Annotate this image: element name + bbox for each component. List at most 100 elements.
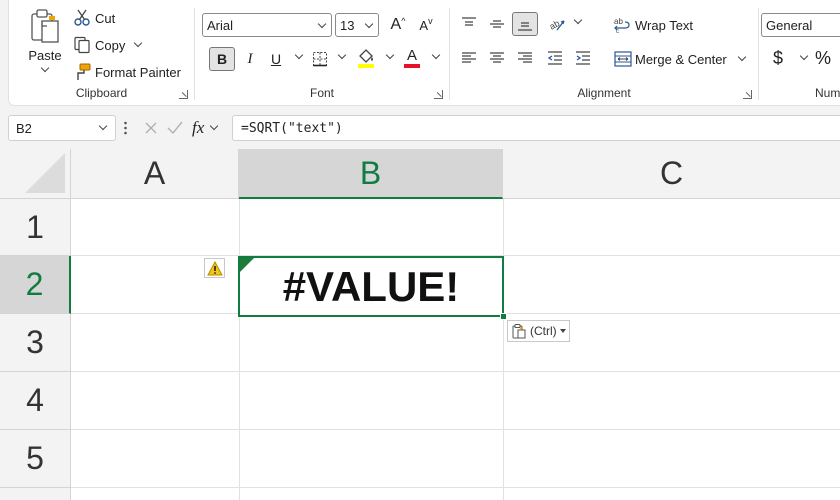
merge-center-icon [614, 51, 632, 67]
row-header-6-partial[interactable] [0, 488, 71, 500]
align-left-icon [462, 52, 476, 63]
wrap-text-button[interactable]: ab c Wrap Text [614, 16, 693, 34]
grow-font-button[interactable]: A ^ [385, 13, 411, 37]
gridline [239, 199, 240, 500]
orientation-button[interactable]: ab [544, 12, 570, 36]
column-header-c[interactable]: C [503, 149, 840, 199]
fill-handle[interactable] [500, 313, 507, 320]
svg-text:ab: ab [614, 17, 623, 26]
paste-options-chevron-icon [559, 329, 566, 333]
name-box[interactable]: B2 [8, 115, 116, 141]
currency-button[interactable]: $ [773, 48, 783, 69]
error-warning-button[interactable] [204, 258, 225, 278]
cancel-icon[interactable] [140, 117, 162, 139]
increase-indent-button[interactable] [570, 46, 596, 70]
percent-button[interactable]: % [815, 48, 831, 69]
align-top-button[interactable] [456, 12, 482, 36]
clipboard-group: Paste Cut Copy Format Painter Clipboard [9, 0, 194, 106]
align-center-button[interactable] [484, 46, 510, 70]
row-header-3[interactable]: 3 [0, 314, 71, 372]
borders-chevron-icon[interactable] [337, 50, 347, 60]
row-header-5[interactable]: 5 [0, 430, 71, 488]
grow-font-icon: A [390, 16, 402, 33]
align-top-icon [462, 17, 476, 26]
paste-button[interactable]: Paste [23, 8, 67, 73]
paste-icon [31, 9, 59, 43]
align-left-button[interactable] [456, 46, 482, 70]
paste-chevron-icon[interactable] [40, 63, 50, 73]
alignment-group: ab ab c Wrap Text Merge & Center Alignme… [450, 0, 758, 106]
bold-button[interactable]: B [209, 47, 235, 71]
shrink-arrow-icon: v [428, 16, 433, 26]
alignment-launcher-icon[interactable] [743, 90, 752, 99]
font-launcher-icon[interactable] [434, 90, 443, 99]
copy-button[interactable]: Copy [73, 36, 143, 54]
align-middle-button[interactable] [484, 12, 510, 36]
active-cell-b2[interactable]: #VALUE! [238, 256, 507, 320]
font-color-button[interactable]: A [399, 46, 425, 70]
decrease-indent-icon [547, 51, 562, 65]
decrease-indent-button[interactable] [542, 46, 568, 70]
font-color-chevron-icon[interactable] [431, 50, 441, 60]
gridline [503, 199, 504, 500]
fill-bucket-icon [358, 49, 374, 68]
fill-color-chevron-icon[interactable] [385, 50, 395, 60]
fx-chevron-icon[interactable] [210, 121, 219, 131]
copy-chevron-icon[interactable] [134, 38, 143, 48]
insert-function-icon[interactable]: fx [192, 118, 204, 138]
gridline [71, 429, 840, 430]
percent-icon: % [815, 48, 832, 68]
clipboard-launcher-icon[interactable] [179, 90, 188, 99]
warning-icon [206, 260, 223, 275]
row-header-2[interactable]: 2 [0, 256, 71, 314]
align-middle-icon [490, 20, 504, 28]
shrink-font-icon: A [419, 17, 429, 33]
align-bottom-button[interactable] [512, 12, 538, 36]
copy-label: Copy [95, 37, 126, 53]
borders-button[interactable] [307, 47, 333, 71]
ribbon: Paste Cut Copy Format Painter Clipboard … [0, 0, 840, 107]
gridline [71, 487, 840, 488]
select-all-corner[interactable] [0, 149, 71, 199]
svg-text:ab: ab [548, 18, 561, 32]
font-group: Arial 13 A ^ Av B I U A Font [195, 0, 449, 106]
scissors-icon [74, 9, 90, 26]
font-size-chevron-icon [364, 19, 374, 29]
number-group: General $ % Numb [759, 0, 840, 106]
orientation-chevron-icon[interactable] [573, 15, 583, 25]
enter-check-icon[interactable] [164, 117, 186, 139]
paste-options-button[interactable]: (Ctrl) [507, 320, 570, 342]
font-size-dropdown[interactable]: 13 [335, 13, 379, 37]
currency-chevron-icon[interactable] [799, 51, 809, 61]
cut-label: Cut [95, 10, 116, 26]
font-name-dropdown[interactable]: Arial [202, 13, 332, 37]
row-header-4[interactable]: 4 [0, 372, 71, 430]
wrap-text-icon: ab c [614, 17, 630, 34]
italic-button[interactable]: I [237, 47, 263, 71]
bold-label: B [216, 51, 228, 67]
format-painter-label: Format Painter [95, 64, 181, 80]
merge-center-chevron-icon[interactable] [737, 52, 747, 62]
underline-chevron-icon[interactable] [294, 50, 304, 60]
cut-button[interactable]: Cut [73, 9, 115, 27]
alignment-group-label: Alignment [577, 86, 631, 100]
column-header-a[interactable]: A [71, 149, 239, 199]
formula-input[interactable]: =SQRT("text") [232, 115, 840, 141]
name-box-chevron-icon[interactable] [98, 121, 108, 131]
formula-bar: B2 fx =SQRT("text") [0, 113, 840, 143]
shrink-font-button[interactable]: Av [413, 13, 439, 37]
format-painter-button[interactable]: Format Painter [73, 63, 181, 81]
merge-center-button[interactable]: Merge & Center [614, 50, 747, 68]
clipboard-icon [512, 324, 526, 339]
more-options-icon[interactable] [124, 121, 127, 135]
underline-button[interactable]: U [263, 47, 289, 71]
fill-color-button[interactable] [353, 46, 379, 70]
error-indicator-icon [240, 258, 254, 272]
column-header-b[interactable]: B [239, 149, 503, 199]
number-format-dropdown[interactable]: General [761, 13, 840, 37]
grow-arrow-icon: ^ [401, 16, 406, 26]
align-right-button[interactable] [512, 46, 538, 70]
row-header-1[interactable]: 1 [0, 199, 71, 256]
clipboard-group-label: Clipboard [75, 86, 128, 100]
spreadsheet-grid: A B C 1 2 3 4 5 [0, 149, 840, 500]
